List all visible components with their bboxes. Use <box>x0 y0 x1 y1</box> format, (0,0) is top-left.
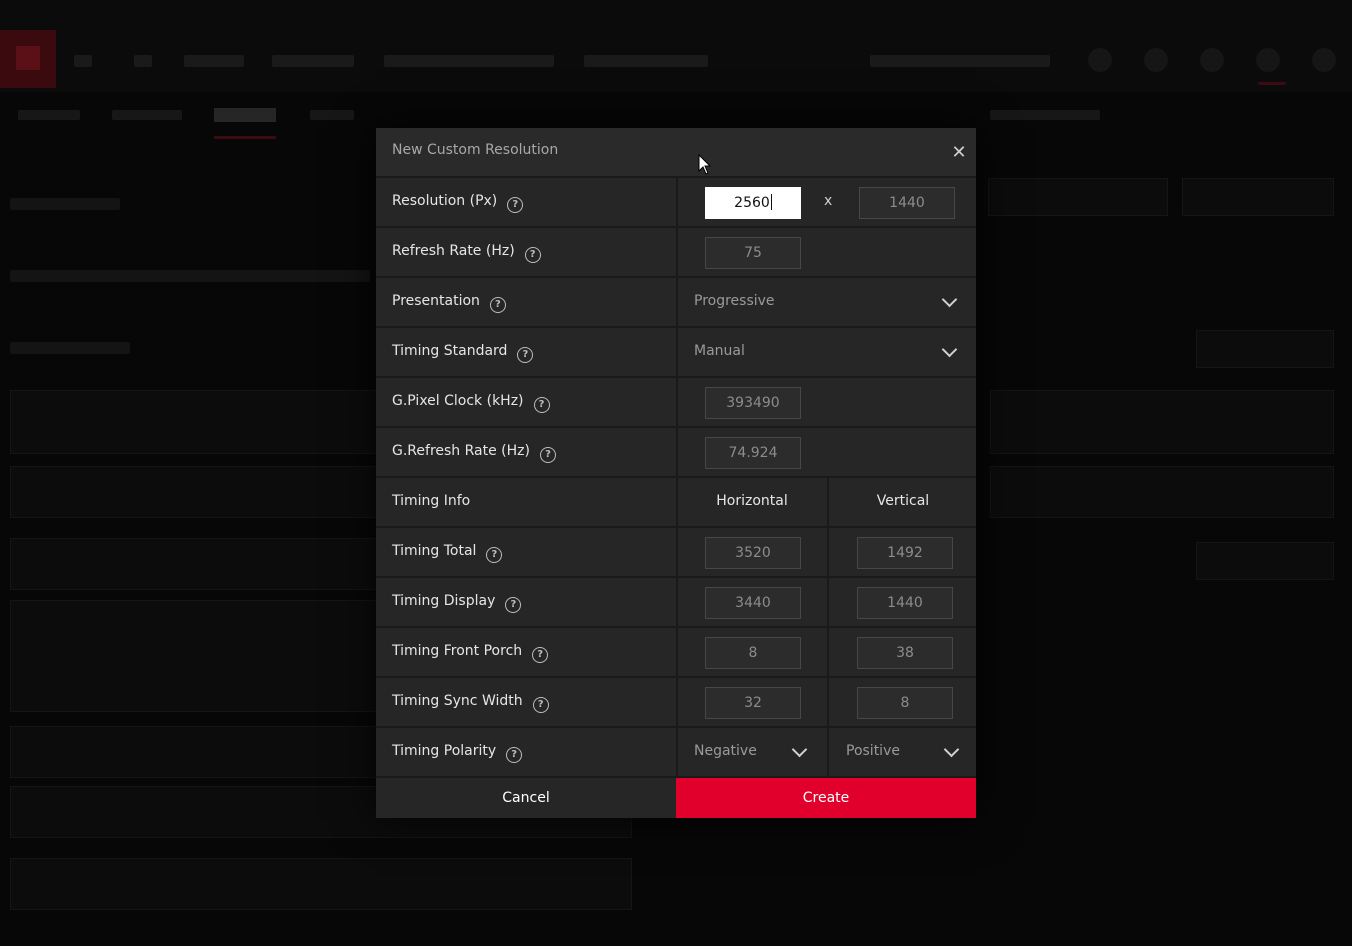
resolution-separator: x <box>824 193 833 209</box>
close-icon[interactable]: ✕ <box>948 142 970 164</box>
help-icon[interactable]: ? <box>507 197 524 213</box>
row-g-refresh-rate: G.Refresh Rate (Hz)? 74.924 <box>376 428 976 478</box>
dialog-header: New Custom Resolution ✕ <box>376 128 976 178</box>
bg-text <box>10 198 120 210</box>
row-timing-polarity: Timing Polarity? Negative Positive <box>376 728 976 778</box>
label-pixel-clock: G.Pixel Clock (kHz)? <box>392 393 550 413</box>
row-timing-info: Timing Info Horizontal Vertical <box>376 478 976 528</box>
chevron-down-icon[interactable] <box>941 341 958 358</box>
bg-tab <box>112 110 182 120</box>
nav-item <box>584 55 708 67</box>
help-icon[interactable]: ? <box>505 597 522 613</box>
label-g-refresh-rate: G.Refresh Rate (Hz)? <box>392 443 556 463</box>
bg-underline <box>1258 82 1286 85</box>
timing-display-v-input[interactable]: 1440 <box>857 587 953 619</box>
label-presentation: Presentation? <box>392 293 506 313</box>
app-logo <box>0 30 56 88</box>
timing-front-porch-v-input[interactable]: 38 <box>857 637 953 669</box>
bg-icon <box>1200 48 1224 72</box>
nav-item <box>184 55 244 67</box>
help-icon[interactable]: ? <box>524 247 541 263</box>
row-timing-display: Timing Display? 3440 1440 <box>376 578 976 628</box>
column-header-horizontal: Horizontal <box>716 493 788 509</box>
label-timing-sync-width: Timing Sync Width? <box>392 693 549 713</box>
row-pixel-clock: G.Pixel Clock (kHz)? 393490 <box>376 378 976 428</box>
label-refresh-rate: Refresh Rate (Hz)? <box>392 243 541 263</box>
nav-item <box>272 55 354 67</box>
row-timing-standard[interactable]: Timing Standard? Manual <box>376 328 976 378</box>
timing-total-h-input[interactable]: 3520 <box>705 537 801 569</box>
help-icon[interactable]: ? <box>489 297 506 313</box>
chevron-down-icon[interactable] <box>791 741 808 758</box>
bg-setting <box>990 466 1334 518</box>
row-presentation[interactable]: Presentation? Progressive <box>376 278 976 328</box>
bg-tab <box>310 110 354 120</box>
dialog-title: New Custom Resolution <box>392 142 559 158</box>
label-timing-info: Timing Info <box>392 493 471 509</box>
bg-dropdown <box>1182 178 1334 216</box>
bg-tab <box>18 110 80 120</box>
bg-icon <box>1256 48 1280 72</box>
nav-item <box>384 55 554 67</box>
row-refresh-rate: Refresh Rate (Hz)? 75 <box>376 228 976 278</box>
bg-setting <box>990 390 1334 454</box>
bg-button <box>1196 330 1334 368</box>
timing-standard-select[interactable]: Manual <box>694 343 745 359</box>
g-refresh-rate-input[interactable]: 74.924 <box>705 437 801 469</box>
refresh-rate-input[interactable]: 75 <box>705 237 801 269</box>
help-icon[interactable]: ? <box>517 347 534 363</box>
bg-text <box>10 270 370 282</box>
row-resolution: Resolution (Px)? 2560 x 1440 <box>376 178 976 228</box>
nav-back-icon <box>74 55 92 67</box>
help-icon[interactable]: ? <box>532 697 549 713</box>
polarity-v-select[interactable]: Positive <box>846 743 900 759</box>
bg-text <box>10 342 130 354</box>
pixel-clock-input[interactable]: 393490 <box>705 387 801 419</box>
cancel-button[interactable]: Cancel <box>376 778 676 818</box>
label-resolution: Resolution (Px)? <box>392 193 524 213</box>
bg-setting <box>10 858 632 910</box>
help-icon[interactable]: ? <box>486 547 503 563</box>
polarity-h-select[interactable]: Negative <box>694 743 757 759</box>
top-bar <box>0 0 1352 92</box>
chevron-down-icon[interactable] <box>943 741 960 758</box>
help-icon[interactable]: ? <box>533 397 550 413</box>
column-header-vertical: Vertical <box>876 493 930 509</box>
row-timing-total: Timing Total? 3520 1492 <box>376 528 976 578</box>
bg-icon <box>1144 48 1168 72</box>
timing-sync-width-v-input[interactable]: 8 <box>857 687 953 719</box>
help-icon[interactable]: ? <box>532 647 549 663</box>
timing-sync-width-h-input[interactable]: 32 <box>705 687 801 719</box>
create-button[interactable]: Create <box>676 778 976 818</box>
bg-dropdown <box>988 178 1168 216</box>
label-timing-standard: Timing Standard? <box>392 343 534 363</box>
resolution-height-input[interactable]: 1440 <box>859 187 955 219</box>
bg-button <box>1196 542 1334 580</box>
label-timing-front-porch: Timing Front Porch? <box>392 643 549 663</box>
bg-tab-underline <box>214 136 276 139</box>
label-timing-total: Timing Total? <box>392 543 503 563</box>
presentation-select[interactable]: Progressive <box>694 293 775 309</box>
custom-resolution-dialog: New Custom Resolution ✕ Resolution (Px)?… <box>376 128 976 818</box>
bg-icon <box>1312 48 1336 72</box>
timing-front-porch-h-input[interactable]: 8 <box>705 637 801 669</box>
row-timing-sync-width: Timing Sync Width? 32 8 <box>376 678 976 728</box>
timing-display-h-input[interactable]: 3440 <box>705 587 801 619</box>
chevron-down-icon[interactable] <box>941 291 958 308</box>
resolution-width-input[interactable]: 2560 <box>705 187 801 219</box>
mouse-cursor-icon <box>698 154 712 175</box>
bg-icon <box>1088 48 1112 72</box>
label-timing-display: Timing Display? <box>392 593 522 613</box>
bg-tab-active <box>214 108 276 122</box>
help-icon[interactable]: ? <box>506 747 523 763</box>
nav-forward-icon <box>134 55 152 67</box>
timing-total-v-input[interactable]: 1492 <box>857 537 953 569</box>
bg-tab <box>990 110 1100 120</box>
row-timing-front-porch: Timing Front Porch? 8 38 <box>376 628 976 678</box>
label-timing-polarity: Timing Polarity? <box>392 743 523 763</box>
help-icon[interactable]: ? <box>539 447 556 463</box>
nav-search <box>870 55 1050 67</box>
